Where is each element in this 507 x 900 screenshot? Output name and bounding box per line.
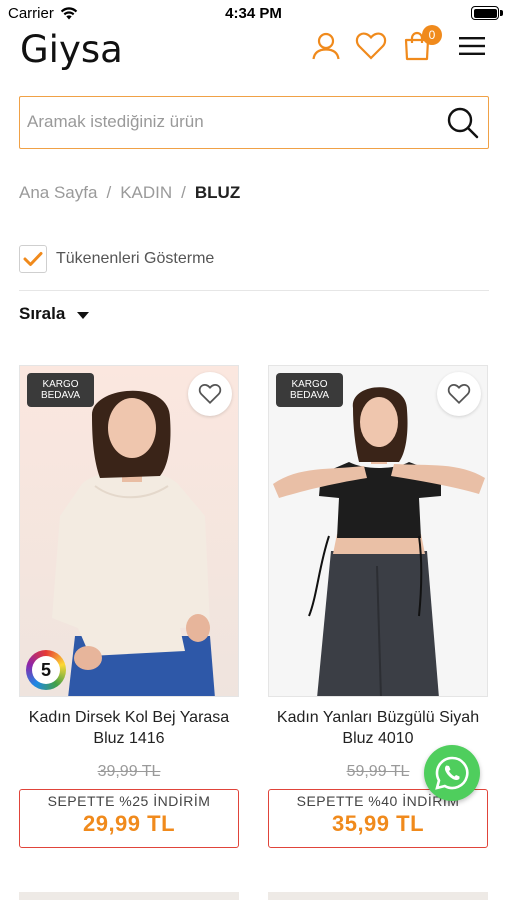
product-card-next-row[interactable] — [19, 892, 239, 900]
check-icon — [23, 252, 43, 266]
discounted-price: 29,99 TL — [82, 811, 176, 836]
cart-discount-box: SEPETTE %25 İNDİRİM 29,99 TL — [19, 789, 239, 848]
discounted-price: 35,99 TL — [331, 811, 425, 836]
product-card[interactable]: KARGO BEDAVA 5 Kadın Dirsek Kol Bej Yaras… — [19, 365, 239, 848]
status-bar: Carrier 4:34 PM — [0, 0, 507, 26]
product-title[interactable]: Kadın Dirsek Kol Bej Yarasa Bluz 1416 — [19, 707, 239, 755]
breadcrumb-women[interactable]: KADIN — [120, 183, 172, 203]
heart-icon — [447, 384, 471, 405]
divider — [19, 290, 489, 291]
sort-dropdown[interactable]: Sırala — [19, 304, 90, 324]
whatsapp-icon — [435, 756, 469, 790]
breadcrumb-current: BLUZ — [194, 183, 241, 202]
discount-label: SEPETTE %25 İNDİRİM — [47, 793, 211, 809]
sort-label: Sırala — [19, 304, 66, 323]
filter-label: Tükenenleri Gösterme — [56, 250, 215, 267]
old-price: 39,99 TL — [97, 763, 161, 780]
product-image[interactable]: KARGO BEDAVA — [268, 365, 488, 697]
user-icon — [312, 32, 340, 60]
product-image[interactable]: KARGO BEDAVA 5 — [19, 365, 239, 697]
heart-icon — [355, 32, 387, 60]
product-card-next-row[interactable] — [268, 892, 488, 900]
free-shipping-badge: KARGO BEDAVA — [276, 373, 343, 407]
menu-button[interactable] — [455, 29, 489, 63]
cart-button[interactable]: 0 — [400, 25, 442, 63]
favorites-button[interactable] — [354, 29, 388, 63]
breadcrumb-separator: / — [106, 183, 112, 202]
battery-icon — [471, 6, 503, 20]
add-to-favorites-button[interactable] — [188, 372, 232, 416]
breadcrumb-separator: / — [181, 183, 186, 202]
rating-badge: 5 — [26, 650, 66, 690]
caret-down-icon — [77, 312, 90, 319]
hide-out-of-stock-checkbox[interactable] — [19, 245, 47, 273]
logo[interactable]: Giysa — [20, 28, 123, 71]
heart-icon — [198, 384, 222, 405]
add-to-favorites-button[interactable] — [437, 372, 481, 416]
clock: 4:34 PM — [225, 5, 282, 22]
menu-icon — [459, 37, 485, 55]
free-shipping-badge: KARGO BEDAVA — [27, 373, 94, 407]
search-bar — [19, 96, 489, 149]
search-icon — [447, 107, 479, 139]
hide-out-of-stock-filter[interactable]: Tükenenleri Gösterme — [19, 245, 214, 273]
cart-count-badge: 0 — [422, 25, 442, 45]
search-input[interactable] — [20, 97, 420, 147]
app-header: Giysa 0 — [0, 25, 507, 78]
rating-badge-value: 5 — [32, 656, 60, 684]
search-button[interactable] — [446, 106, 480, 140]
whatsapp-button[interactable] — [424, 745, 480, 801]
breadcrumb-home[interactable]: Ana Sayfa — [19, 183, 97, 203]
account-button[interactable] — [309, 29, 343, 63]
breadcrumb: Ana Sayfa / KADIN / BLUZ — [19, 183, 240, 203]
